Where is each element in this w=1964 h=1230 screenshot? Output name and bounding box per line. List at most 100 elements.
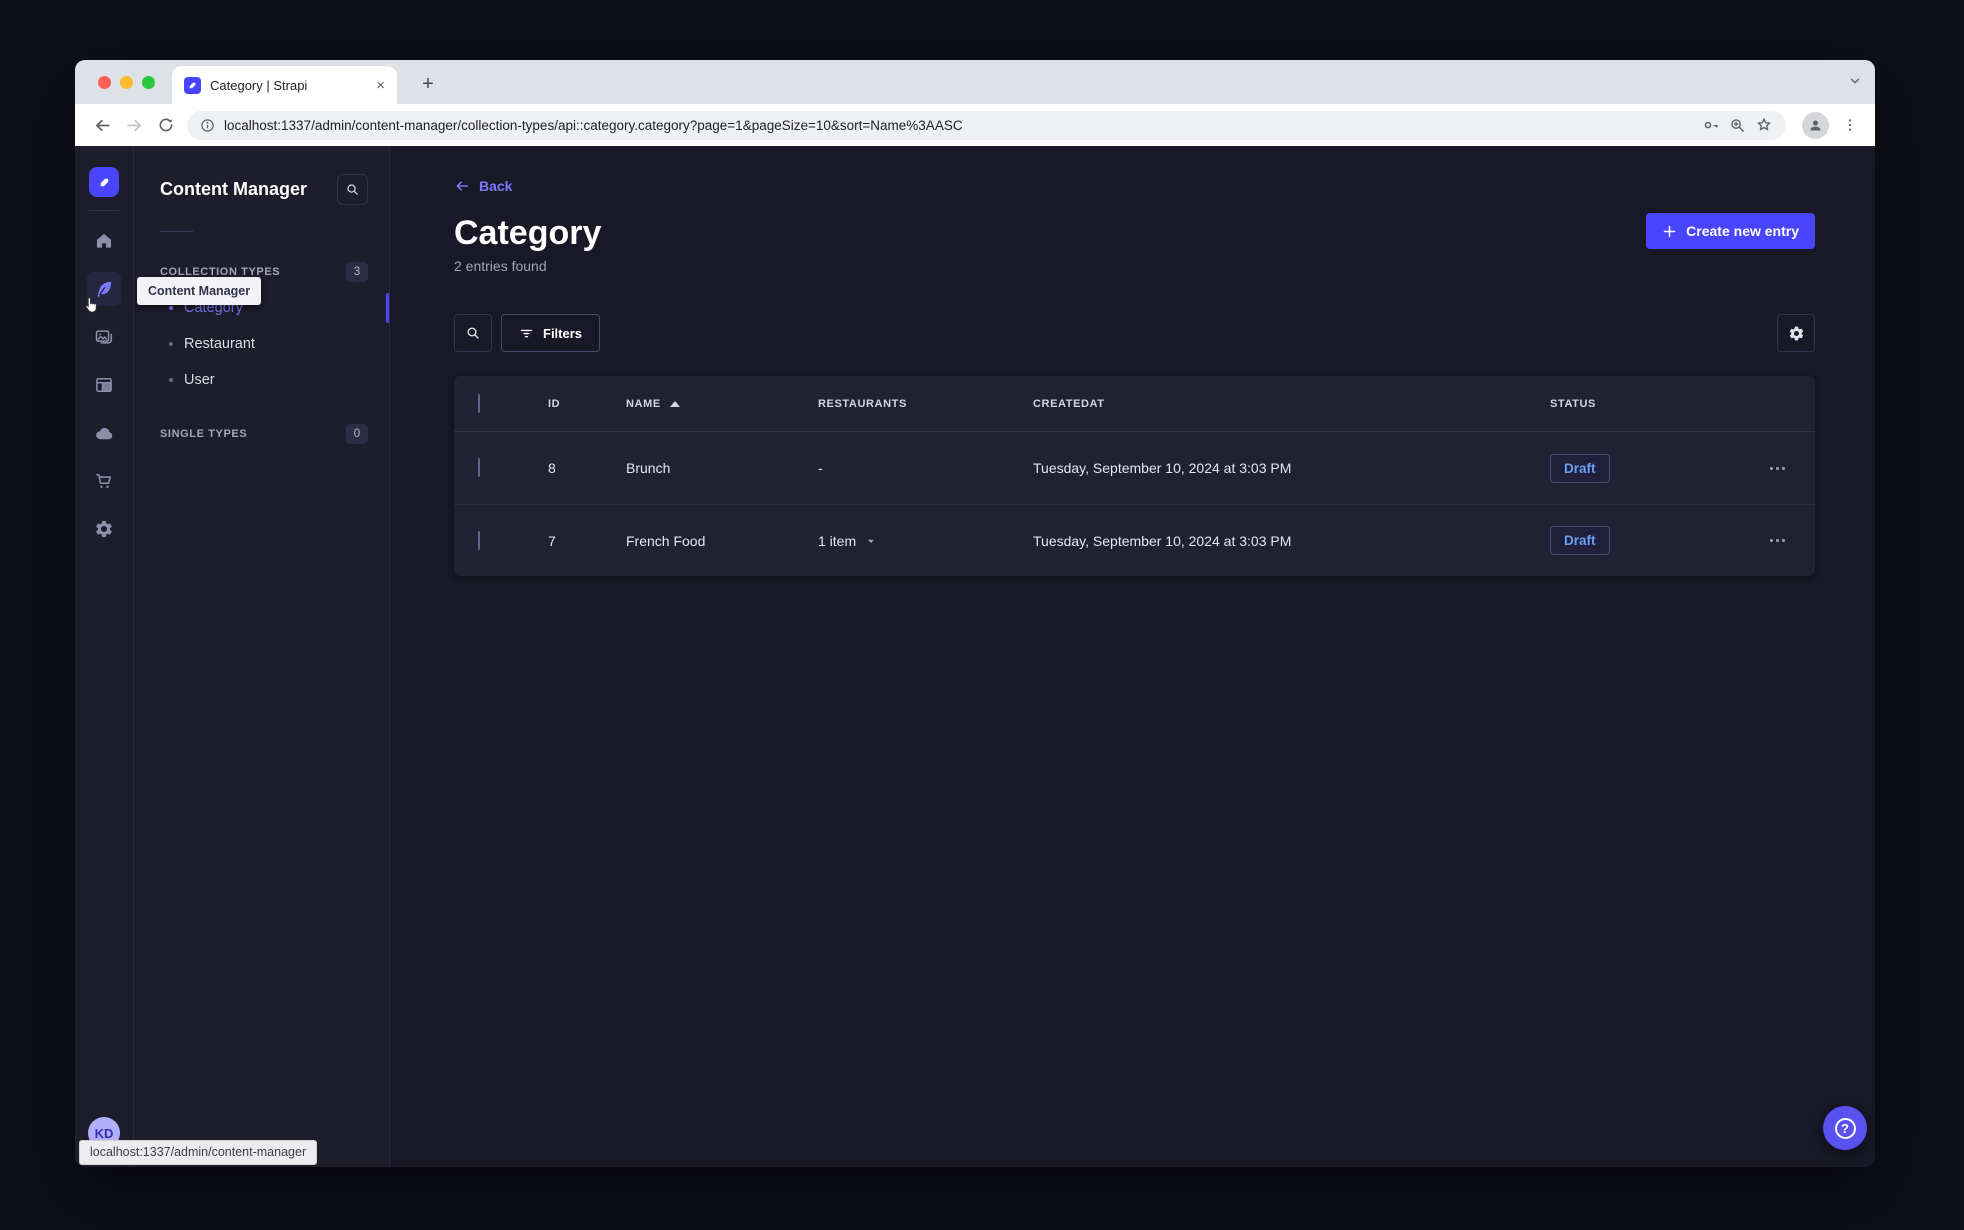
settings-gear-icon[interactable] [87, 512, 121, 546]
status-badge: Draft [1550, 453, 1610, 483]
main-navigation-rail: KD [75, 146, 134, 1167]
cell-createdat: Tuesday, September 10, 2024 at 3:03 PM [1033, 532, 1292, 549]
tab-strip: Category | Strapi × + [75, 60, 1875, 104]
cloud-icon[interactable] [87, 416, 121, 450]
cell-createdat: Tuesday, September 10, 2024 at 3:03 PM [1033, 460, 1292, 476]
mouse-cursor [83, 296, 100, 315]
single-types-section: SINGLE TYPES 0 [160, 424, 368, 444]
plus-icon [1663, 225, 1676, 237]
sort-ascending-icon [669, 400, 680, 407]
bullet-icon [169, 378, 173, 382]
tab-title: Category | Strapi [210, 77, 308, 93]
main-content: Back Category 2 entries found Create new… [390, 146, 1875, 1167]
strapi-logo[interactable] [89, 167, 119, 197]
filter-toolbar: Filters [454, 314, 1815, 352]
row-checkbox[interactable] [478, 530, 480, 550]
column-header-restaurants[interactable]: RESTAURANTS [818, 398, 1033, 410]
row-checkbox[interactable] [478, 458, 480, 477]
row-actions-menu-icon[interactable] [1764, 461, 1791, 476]
content-type-builder-icon[interactable] [87, 368, 121, 402]
strapi-admin: KD Content Manager COLLECTION TYPES 3 Ca… [75, 146, 1875, 1167]
tab-search-chevron-icon[interactable] [1848, 74, 1862, 88]
cell-restaurants[interactable]: 1 item [818, 533, 1033, 549]
help-button[interactable]: ? [1823, 1106, 1867, 1150]
status-bar-link: localhost:1337/admin/content-manager [79, 1140, 318, 1165]
subnav-item-label: Restaurant [184, 336, 255, 352]
single-types-count-badge: 0 [346, 424, 368, 444]
maximize-window-button[interactable] [142, 76, 155, 89]
question-mark-icon: ? [1834, 1117, 1856, 1139]
arrow-left-icon [456, 181, 469, 191]
collection-types-count-badge: 3 [346, 262, 368, 282]
cell-id: 8 [548, 460, 556, 476]
column-header-createdat[interactable]: CREATEDAT [1033, 398, 1550, 410]
browser-window: Category | Strapi × + localhost:1337/adm… [75, 60, 1875, 1167]
status-badge: Draft [1550, 526, 1610, 555]
subnav-item-user[interactable]: User [160, 362, 368, 398]
password-key-icon[interactable] [1702, 116, 1720, 134]
filters-button[interactable]: Filters [501, 314, 601, 352]
bullet-icon [169, 306, 173, 310]
close-window-button[interactable] [98, 76, 111, 89]
entries-table: ID NAME RESTAURANTS CREATEDAT STATUS 8 B… [454, 376, 1815, 576]
content-manager-icon[interactable] [85, 272, 121, 313]
minimize-window-button[interactable] [120, 76, 133, 89]
page-info-icon[interactable] [200, 118, 215, 133]
row-actions-menu-icon[interactable] [1764, 533, 1791, 548]
content-manager-tooltip: Content Manager [137, 277, 262, 305]
marketplace-cart-icon[interactable] [87, 464, 121, 498]
column-header-id[interactable]: ID [548, 398, 626, 410]
select-all-checkbox[interactable] [478, 393, 480, 413]
table-row[interactable]: 7 French Food 1 item Tuesday, September … [454, 504, 1815, 576]
cell-id: 7 [548, 532, 556, 549]
address-bar[interactable]: localhost:1337/admin/content-manager/col… [187, 110, 1786, 140]
back-navigation-icon[interactable] [87, 110, 117, 140]
gear-icon [1789, 326, 1803, 340]
browser-tab[interactable]: Category | Strapi × [172, 66, 397, 104]
back-link[interactable]: Back [454, 178, 512, 194]
subnav-title: Content Manager [160, 179, 308, 199]
collection-types-list: Category Restaurant User [160, 290, 389, 398]
filters-label: Filters [543, 325, 583, 341]
search-icon [467, 327, 479, 339]
subnav-item-label: User [184, 372, 215, 388]
cell-name: French Food [626, 532, 706, 549]
rail-divider [89, 210, 119, 211]
column-header-name[interactable]: NAME [626, 398, 818, 410]
reload-icon[interactable] [151, 110, 181, 140]
table-row[interactable]: 8 Brunch - Tuesday, September 10, 2024 a… [454, 432, 1815, 504]
content-manager-subnav: Content Manager COLLECTION TYPES 3 Categ… [134, 146, 390, 1167]
subnav-item-restaurant[interactable]: Restaurant [160, 326, 368, 362]
media-library-icon[interactable] [87, 320, 121, 354]
bookmark-star-icon[interactable] [1755, 116, 1773, 134]
table-header-row: ID NAME RESTAURANTS CREATEDAT STATUS [454, 376, 1815, 432]
entries-count: 2 entries found [454, 258, 547, 274]
create-new-entry-button[interactable]: Create new entry [1646, 213, 1815, 249]
cell-name: Brunch [626, 460, 671, 476]
view-settings-button[interactable] [1777, 314, 1815, 352]
search-button[interactable] [454, 314, 492, 352]
page-title: Category [454, 214, 602, 252]
close-tab-icon[interactable]: × [376, 78, 385, 93]
chevron-down-icon[interactable] [865, 535, 877, 547]
create-new-entry-label: Create new entry [1686, 223, 1799, 239]
browser-profile-avatar[interactable] [1802, 111, 1829, 139]
strapi-favicon-icon [184, 76, 201, 94]
forward-navigation-icon [119, 110, 149, 140]
back-label: Back [479, 178, 513, 194]
window-controls [98, 76, 155, 89]
url-text[interactable]: localhost:1337/admin/content-manager/col… [224, 118, 1693, 133]
new-tab-button[interactable]: + [415, 71, 441, 97]
bullet-icon [169, 342, 173, 346]
desktop: Category | Strapi × + localhost:1337/adm… [0, 0, 1964, 1230]
browser-menu-icon[interactable] [1837, 112, 1863, 138]
subnav-search-icon[interactable] [337, 174, 368, 205]
browser-toolbar: localhost:1337/admin/content-manager/col… [75, 104, 1875, 146]
restaurants-count: 1 item [818, 532, 857, 549]
home-icon[interactable] [87, 224, 121, 258]
active-indicator [386, 293, 389, 323]
column-header-status[interactable]: STATUS [1550, 398, 1745, 410]
filter-icon [520, 329, 533, 337]
subnav-divider [160, 231, 193, 232]
zoom-page-icon[interactable] [1729, 117, 1746, 134]
